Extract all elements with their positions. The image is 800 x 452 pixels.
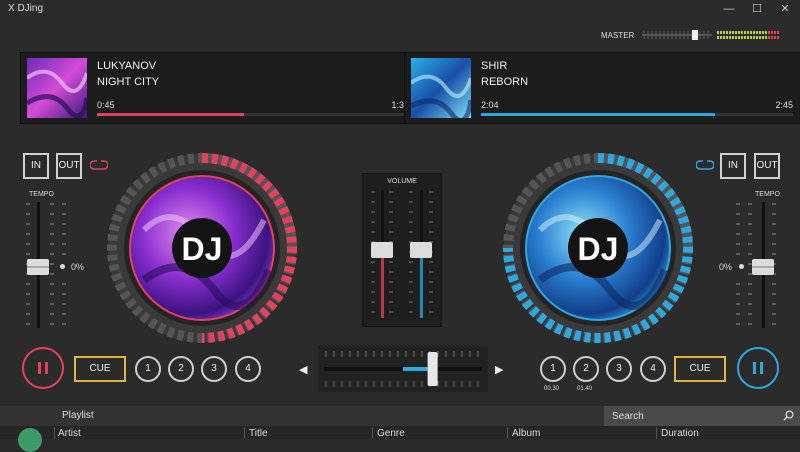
volume-panel: VOLUME xyxy=(362,173,442,327)
deck-a-album-art xyxy=(27,58,87,118)
minimize-button[interactable]: — xyxy=(718,1,740,17)
deck-b-album-art xyxy=(411,58,471,118)
deck-b-play-pause-button[interactable] xyxy=(737,347,779,389)
column-artist[interactable]: Artist xyxy=(58,428,81,439)
deck-a-hotcue-4[interactable]: 4 xyxy=(235,356,261,382)
master-vu-meter xyxy=(717,31,779,39)
deck-a-tempo-dot xyxy=(60,264,65,269)
deck-b-in-button[interactable]: IN xyxy=(720,153,746,179)
master-volume-knob[interactable] xyxy=(692,30,698,40)
deck-b-track-panel: SHIR REBORN 2:04 2:45 xyxy=(404,52,800,124)
deck-a-in-button[interactable]: IN xyxy=(23,153,49,179)
deck-a-play-pause-button[interactable] xyxy=(22,347,64,389)
deck-b-out-button[interactable]: OUT xyxy=(754,153,780,179)
volume-label: VOLUME xyxy=(387,178,417,185)
deck-b-tempo-label: TEMPO xyxy=(755,191,780,198)
deck-a-artist: LUKYANOV xyxy=(97,60,157,72)
add-track-button[interactable] xyxy=(18,428,42,452)
deck-b-logo: DJ xyxy=(578,231,619,267)
deck-b-tempo-value: 0% xyxy=(719,262,733,272)
search-input[interactable]: Search xyxy=(612,411,644,422)
deck-b-title: REBORN xyxy=(481,76,529,88)
deck-a-logo: DJ xyxy=(182,231,223,267)
close-button[interactable]: ✕ xyxy=(774,1,796,17)
deck-b-turntable[interactable]: DJ xyxy=(500,150,696,346)
deck-a-cue-button[interactable]: CUE xyxy=(74,356,126,382)
crossfader-knob[interactable] xyxy=(427,352,438,386)
deck-a-progress-bar[interactable] xyxy=(97,113,409,116)
column-duration[interactable]: Duration xyxy=(661,428,699,439)
deck-b-progress-bar[interactable] xyxy=(481,113,793,116)
deck-b-hotcue-2-time: 01.40 xyxy=(577,386,593,392)
title-bar: X DJing — ☐ ✕ xyxy=(0,0,800,18)
deck-b-current-time: 2:04 xyxy=(481,100,499,110)
deck-a-track-panel: LUKYANOV NIGHT CITY 0:45 1:35 xyxy=(20,52,418,124)
deck-a-volume-knob[interactable] xyxy=(371,242,393,258)
deck-b-hotcue-1[interactable]: 1 xyxy=(540,356,566,382)
deck-b-hotcue-1-time: 00.30 xyxy=(544,386,560,392)
loop-icon[interactable] xyxy=(696,160,714,170)
crossfader-left-arrow[interactable]: ◀ xyxy=(299,363,307,376)
deck-a-title: NIGHT CITY xyxy=(97,76,160,88)
deck-a-hotcue-2[interactable]: 2 xyxy=(168,356,194,382)
master-label: MASTER xyxy=(601,31,635,40)
deck-b-volume-knob[interactable] xyxy=(410,242,432,258)
deck-b-hotcue-4[interactable]: 4 xyxy=(640,356,666,382)
deck-b-artist: SHIR xyxy=(481,60,508,72)
column-album[interactable]: Album xyxy=(512,428,540,439)
deck-a-progress-fill xyxy=(97,113,244,116)
deck-b-hotcue-3[interactable]: 3 xyxy=(606,356,632,382)
crossfader-right-arrow[interactable]: ▶ xyxy=(495,363,503,376)
deck-a-hotcue-3[interactable]: 3 xyxy=(201,356,227,382)
master-volume-slider[interactable] xyxy=(642,30,712,40)
column-title[interactable]: Title xyxy=(249,428,268,439)
deck-a-turntable[interactable]: DJ xyxy=(104,150,300,346)
deck-a-tempo-label: TEMPO xyxy=(29,191,54,198)
pause-icon xyxy=(753,362,763,374)
deck-b-hotcue-2[interactable]: 2 xyxy=(573,356,599,382)
playlist-tab[interactable]: Playlist xyxy=(62,410,94,421)
window-title: X DJing xyxy=(8,3,44,14)
deck-b-total-time: 2:45 xyxy=(775,100,793,110)
maximize-button[interactable]: ☐ xyxy=(746,1,768,17)
deck-a-hotcue-1[interactable]: 1 xyxy=(135,356,161,382)
deck-b-cue-button[interactable]: CUE xyxy=(674,356,726,382)
deck-a-out-button[interactable]: OUT xyxy=(56,153,82,179)
search-icon[interactable] xyxy=(783,410,794,421)
crossfader[interactable] xyxy=(318,346,488,392)
deck-a-current-time: 0:45 xyxy=(97,100,115,110)
column-genre[interactable]: Genre xyxy=(377,428,405,439)
deck-b-progress-fill xyxy=(481,113,715,116)
deck-a-tempo-value: 0% xyxy=(71,262,85,272)
search-box[interactable]: Search xyxy=(604,406,800,426)
pause-icon xyxy=(38,362,48,374)
deck-b-tempo-slider[interactable] xyxy=(732,200,782,332)
